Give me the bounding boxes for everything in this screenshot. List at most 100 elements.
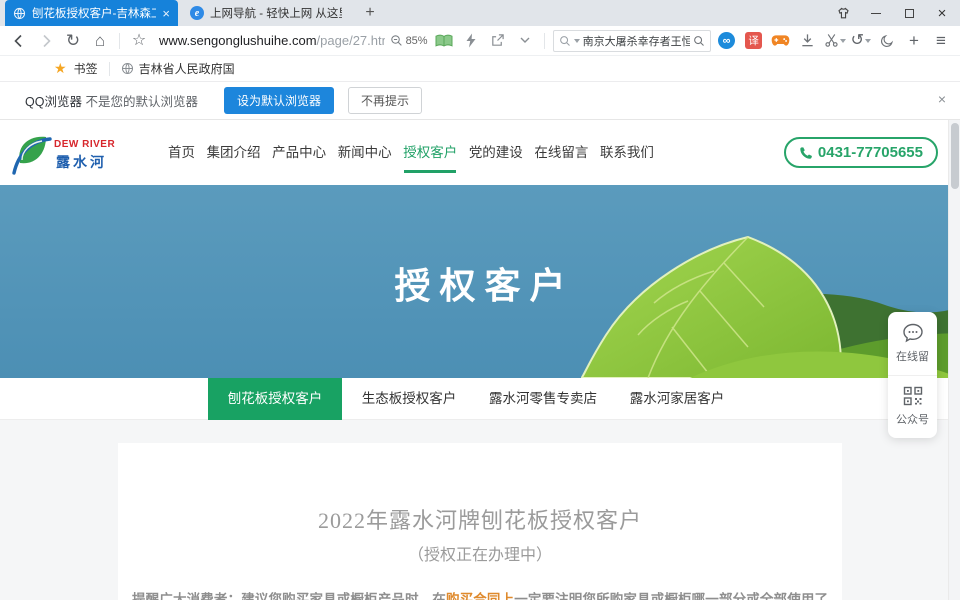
- notice-message: 不是您的默认浏览器: [85, 95, 198, 109]
- main-navigation: 首页 集团介绍 产品中心 新闻中心 授权客户 党的建设 在线留言 联系我们: [168, 120, 654, 185]
- undo-closed-tab-control[interactable]: ↺: [851, 33, 871, 49]
- browser-window: 刨花板授权客户-吉林森工远东林业 × e 上网导航 - 轻快上网 从这里开始 +…: [0, 0, 960, 600]
- phone-icon: [799, 146, 813, 160]
- subtab-particleboard-customers[interactable]: 刨花板授权客户: [208, 378, 342, 420]
- back-button[interactable]: [8, 30, 30, 52]
- undo-chevron-icon[interactable]: [865, 39, 871, 43]
- highlight-purchase-contract: 购买合同上: [446, 592, 514, 600]
- scrollbar-thumb[interactable]: [951, 123, 959, 189]
- price-compare-icon[interactable]: ∞: [716, 30, 738, 52]
- tab-nav-portal[interactable]: e 上网导航 - 轻快上网 从这里开始: [182, 0, 350, 26]
- nav-item-home[interactable]: 首页: [168, 120, 195, 185]
- window-controls: ×: [835, 0, 954, 26]
- notice-brand: QQ浏览器: [25, 95, 82, 109]
- bookmarks-bar: ★ 书签 吉林省人民政府国: [0, 56, 960, 82]
- minimize-button[interactable]: [868, 5, 884, 21]
- nav-item-party-building[interactable]: 党的建设: [469, 120, 523, 185]
- bookmark-item-jilin-gov[interactable]: 吉林省人民政府国: [121, 60, 235, 77]
- reading-mode-icon[interactable]: [433, 30, 455, 52]
- notice-close-icon[interactable]: ×: [938, 91, 946, 107]
- tab-strip: 刨花板授权客户-吉林森工远东林业 × e 上网导航 - 轻快上网 从这里开始 +…: [0, 0, 960, 26]
- scissors-icon: [824, 33, 839, 48]
- toolbar-chevron-down-icon[interactable]: [514, 30, 536, 52]
- search-go-icon[interactable]: [693, 35, 705, 47]
- hot-search-text: 南京大屠杀幸存者王恒逝世: [583, 33, 690, 49]
- dismiss-notice-button[interactable]: 不再提示: [348, 87, 422, 114]
- search-icon: [559, 35, 571, 47]
- nav-item-online-message[interactable]: 在线留言: [534, 120, 588, 185]
- skin-theme-icon[interactable]: [835, 5, 851, 21]
- toolbar-divider: [544, 33, 545, 49]
- url-host: www.sengonglushuihe.com: [159, 33, 317, 48]
- night-mode-icon[interactable]: [876, 30, 898, 52]
- address-bar[interactable]: www.sengonglushuihe.com/page/27.html: [155, 33, 385, 48]
- tab-close-icon[interactable]: ×: [162, 7, 170, 20]
- consumer-reminder-text: 提醒广大消费者：建议您购买家具或橱柜产品时，在购买合同上一定要注明您所购家具或橱…: [118, 589, 842, 600]
- zoom-level: 85%: [406, 35, 428, 47]
- bookmarks-divider: [109, 62, 110, 76]
- hotline-number: 0431-77705655: [818, 144, 923, 161]
- globe-favicon-icon: [13, 7, 26, 20]
- page-content: 2022年露水河牌刨花板授权客户 （授权正在办理中） 提醒广大消费者：建议您购买…: [0, 420, 960, 600]
- search-input[interactable]: 南京大屠杀幸存者王恒逝世: [553, 30, 711, 52]
- restore-button[interactable]: [901, 5, 917, 21]
- nav-item-group-intro[interactable]: 集团介绍: [207, 120, 261, 185]
- hotline-button[interactable]: 0431-77705655: [784, 137, 938, 168]
- nav-item-contact-us[interactable]: 联系我们: [600, 120, 654, 185]
- forward-button[interactable]: [35, 30, 57, 52]
- tab-current-page[interactable]: 刨花板授权客户-吉林森工远东林业 ×: [5, 0, 178, 26]
- notice-text: QQ浏览器 不是您的默认浏览器: [25, 91, 198, 110]
- article-title: 2022年露水河牌刨花板授权客户: [118, 503, 842, 535]
- nav-item-products[interactable]: 产品中心: [272, 120, 326, 185]
- subtab-ecoboard-customers[interactable]: 生态板授权客户: [342, 378, 476, 420]
- screenshot-control[interactable]: [824, 33, 846, 48]
- set-default-browser-button[interactable]: 设为默认浏览器: [224, 87, 334, 114]
- browser-toolbar: ↻ ⌂ ☆ www.sengonglushuihe.com/page/27.ht…: [0, 26, 960, 56]
- zoom-out-icon: [390, 34, 403, 47]
- site-logo[interactable]: DEW RIVER 露水河: [10, 127, 130, 177]
- nav-item-news[interactable]: 新闻中心: [338, 120, 392, 185]
- bookmarks-label: 书签: [74, 60, 98, 77]
- float-wechat-qr[interactable]: 公众号: [888, 375, 937, 439]
- nav-portal-favicon-icon: e: [190, 6, 204, 20]
- article-card: 2022年露水河牌刨花板授权客户 （授权正在办理中） 提醒广大消费者：建议您购买…: [118, 443, 842, 600]
- speed-boost-icon[interactable]: [460, 30, 482, 52]
- page-scrollbar[interactable]: [948, 120, 960, 600]
- home-button[interactable]: ⌂: [89, 30, 111, 52]
- float-label: 公众号: [896, 411, 929, 427]
- logo-text-cn: 露水河: [56, 152, 107, 172]
- subtab-retail-stores[interactable]: 露水河零售专卖店: [476, 378, 610, 420]
- main-menu-button[interactable]: ≡: [930, 30, 952, 52]
- bookmarks-star-icon[interactable]: ★: [54, 60, 67, 77]
- download-icon[interactable]: [797, 30, 819, 52]
- site-header: DEW RIVER 露水河 首页 集团介绍 产品中心 新闻中心 授权客户 党的建…: [0, 120, 960, 185]
- reload-button[interactable]: ↻: [62, 30, 84, 52]
- hero-banner: 授权客户: [0, 185, 960, 378]
- url-path: /page/27.html: [317, 33, 385, 48]
- toolbar-divider: [119, 33, 120, 49]
- bookmark-title: 吉林省人民政府国: [139, 60, 235, 77]
- new-tab-button[interactable]: +: [360, 3, 380, 23]
- add-app-button[interactable]: +: [903, 30, 925, 52]
- customer-category-tabs: 刨花板授权客户 生态板授权客户 露水河零售专卖店 露水河家居客户: [0, 378, 960, 420]
- article-subtitle: （授权正在办理中）: [118, 541, 842, 565]
- globe-icon: [121, 62, 134, 75]
- logo-text-en: DEW RIVER: [54, 139, 115, 150]
- screenshot-chevron-icon[interactable]: [840, 39, 846, 43]
- translate-icon[interactable]: 译: [743, 30, 765, 52]
- close-window-button[interactable]: ×: [934, 5, 950, 21]
- zoom-control[interactable]: 85%: [390, 34, 428, 47]
- undo-icon: ↺: [851, 33, 864, 49]
- tab-title: 上网导航 - 轻快上网 从这里开始: [210, 5, 342, 21]
- float-label: 在线留: [896, 348, 929, 364]
- side-float-widget: 在线留 公众号: [888, 312, 937, 438]
- game-center-icon[interactable]: [770, 30, 792, 52]
- tab-title: 刨花板授权客户-吉林森工远东林业: [32, 5, 156, 21]
- nav-item-authorized-customers[interactable]: 授权客户: [403, 120, 457, 185]
- float-online-message[interactable]: 在线留: [888, 312, 937, 375]
- search-engine-chevron-icon[interactable]: [574, 39, 580, 43]
- subtab-home-customers[interactable]: 露水河家居客户: [610, 378, 744, 420]
- dew-river-leaf-logo-icon: [10, 129, 54, 175]
- bookmark-star-button[interactable]: ☆: [128, 30, 150, 52]
- share-icon[interactable]: [487, 30, 509, 52]
